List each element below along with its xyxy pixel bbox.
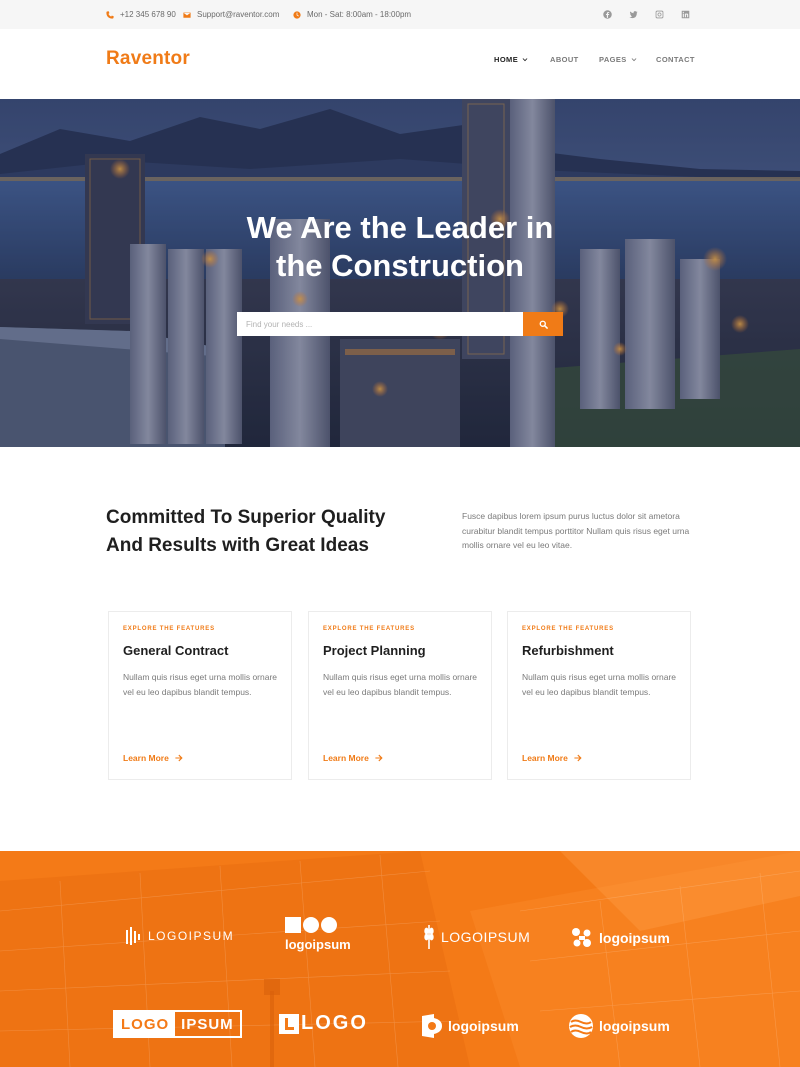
twitter-icon — [628, 11, 638, 19]
hero-section: We Are the Leader in the Construction — [0, 99, 800, 447]
partner-logo-8[interactable]: logoipsum — [569, 1014, 670, 1038]
partner-logo-5[interactable]: LOGO IPSUM — [113, 1010, 242, 1038]
card-title: Refurbishment — [522, 643, 614, 658]
card-eyebrow: EXPLORE THE FEATURES — [123, 626, 215, 632]
phone-number: +12 345 678 90 — [120, 10, 176, 19]
card-eyebrow: EXPLORE THE FEATURES — [323, 626, 415, 632]
nav-pages-label: PAGES — [599, 55, 627, 64]
partner-logo-5-right: IPSUM — [181, 1015, 234, 1033]
nav-about[interactable]: ABOUT — [550, 55, 579, 64]
hero-title-line-2: the Construction — [276, 248, 524, 283]
molecule-logo-icon — [571, 927, 593, 949]
waves-logo-icon — [569, 1014, 593, 1038]
search-input[interactable] — [237, 312, 523, 336]
partner-logo-6[interactable]: LOGO — [279, 1012, 368, 1035]
partner-logo-7-text: logoipsum — [448, 1018, 519, 1034]
site-header: Raventor HOME ABOUT PAGES CONTACT — [0, 29, 800, 99]
learn-more-link[interactable]: Learn More — [522, 753, 582, 763]
twitter-link[interactable] — [626, 0, 640, 29]
phone-info[interactable]: +12 345 678 90 — [106, 0, 176, 29]
partner-logo-4-text: logoipsum — [599, 930, 670, 946]
business-hours: Mon - Sat: 8:00am - 18:00pm — [307, 10, 412, 19]
partner-logo-1-text: LOGOIPSUM — [148, 929, 235, 943]
partner-logo-2[interactable]: logoipsum — [285, 917, 351, 952]
card-eyebrow: EXPLORE THE FEATURES — [522, 626, 614, 632]
clock-icon — [293, 10, 301, 19]
phone-icon — [106, 10, 114, 19]
partner-logo-7[interactable]: logoipsum — [422, 1014, 519, 1038]
intro-heading-line-1: Committed To Superior Quality — [106, 507, 386, 528]
facebook-link[interactable] — [600, 0, 614, 29]
learn-more-label: Learn More — [123, 753, 169, 763]
partner-logo-2-text: logoipsum — [285, 937, 351, 952]
chevron-down-icon — [522, 57, 528, 61]
card-description: Nullam quis risus eget urna mollis ornar… — [323, 672, 478, 697]
search-icon — [539, 320, 548, 329]
learn-more-link[interactable]: Learn More — [323, 753, 383, 763]
partner-logo-3[interactable]: LOGOIPSUM — [423, 925, 530, 949]
linkedin-icon — [681, 10, 689, 19]
learn-more-link[interactable]: Learn More — [123, 753, 183, 763]
shapes-logo-icon — [285, 917, 339, 935]
facebook-icon — [602, 10, 612, 19]
partner-logo-5-left: LOGO — [115, 1012, 176, 1036]
top-info-bar: +12 345 678 90 Support@raventor.com Mon … — [0, 0, 800, 29]
hours-info: Mon - Sat: 8:00am - 18:00pm — [293, 0, 411, 29]
card-title: General Contract — [123, 643, 229, 658]
card-description: Nullam quis risus eget urna mollis ornar… — [522, 672, 677, 697]
partner-logo-3-text: LOGOIPSUM — [441, 929, 531, 945]
intro-heading: Committed To Superior Quality And Result… — [106, 504, 436, 560]
nav-home-label: HOME — [494, 55, 519, 64]
partner-logo-8-text: logoipsum — [599, 1018, 670, 1034]
feature-card-project-planning: EXPLORE THE FEATURES Project Planning Nu… — [308, 611, 492, 780]
nav-home[interactable]: HOME — [494, 55, 528, 64]
square-l-logo-icon — [279, 1013, 299, 1035]
instagram-link[interactable] — [652, 0, 666, 29]
site-logo[interactable]: Raventor — [106, 48, 190, 70]
chevron-down-icon — [631, 57, 637, 61]
linkedin-link[interactable] — [678, 0, 692, 29]
instagram-icon — [655, 10, 663, 19]
wheat-logo-icon — [423, 925, 435, 949]
arrow-right-icon — [574, 754, 582, 762]
feature-card-refurbishment: EXPLORE THE FEATURES Refurbishment Nulla… — [507, 611, 691, 780]
hero-title: We Are the Leader in the Construction — [150, 209, 650, 285]
half-circle-logo-icon — [422, 1014, 442, 1038]
nav-about-label: ABOUT — [550, 55, 579, 64]
nav-pages[interactable]: PAGES — [599, 55, 637, 64]
card-description: Nullam quis risus eget urna mollis ornar… — [123, 672, 278, 697]
nav-contact[interactable]: CONTACT — [656, 55, 695, 64]
partner-logo-6-text: LOGO — [301, 1012, 368, 1034]
intro-heading-line-2: And Results with Great Ideas — [106, 535, 369, 556]
partner-logo-1[interactable]: LOGOIPSUM — [126, 926, 234, 946]
envelope-icon — [183, 12, 191, 18]
learn-more-label: Learn More — [323, 753, 369, 763]
learn-more-label: Learn More — [522, 753, 568, 763]
email-address: Support@raventor.com — [197, 10, 280, 19]
email-info[interactable]: Support@raventor.com — [183, 0, 279, 29]
arrow-right-icon — [175, 754, 183, 762]
card-title: Project Planning — [323, 643, 426, 658]
hero-search-form — [237, 312, 563, 336]
bars-logo-icon — [126, 926, 142, 946]
search-button[interactable] — [523, 312, 563, 336]
feature-card-general-contract: EXPLORE THE FEATURES General Contract Nu… — [108, 611, 292, 780]
hero-title-line-1: We Are the Leader in — [246, 210, 554, 245]
nav-contact-label: CONTACT — [656, 55, 695, 64]
partner-logo-4[interactable]: logoipsum — [571, 927, 670, 949]
intro-description: Fusce dapibus lorem ipsum purus luctus d… — [462, 511, 690, 550]
arrow-right-icon — [375, 754, 383, 762]
